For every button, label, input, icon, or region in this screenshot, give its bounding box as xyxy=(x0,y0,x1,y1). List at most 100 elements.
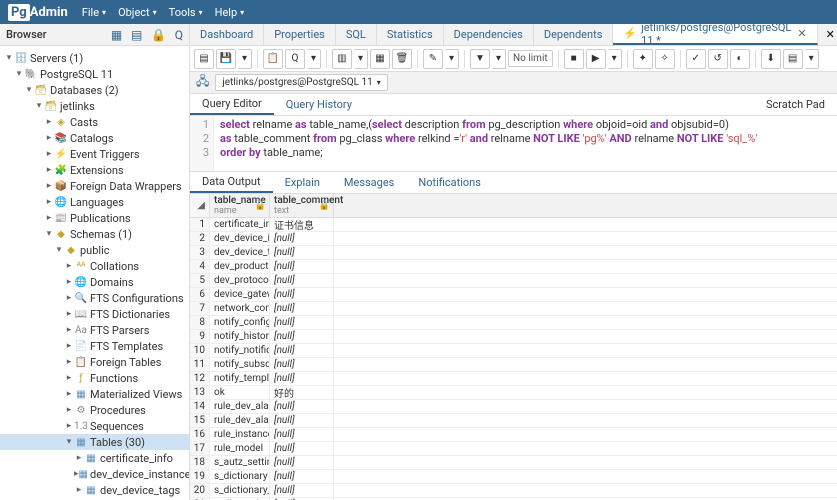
clear-button[interactable]: ▦ xyxy=(370,49,390,69)
tree-node[interactable]: ▸📖FTS Dictionaries xyxy=(0,306,189,322)
lock-icon[interactable]: 🔒 xyxy=(151,28,166,42)
table-row[interactable]: 6device_gateway[null] xyxy=(190,288,837,302)
table-row[interactable]: 15rule_dev_alarm_...[null] xyxy=(190,414,837,428)
sql-code[interactable]: select relname as table_name,(select des… xyxy=(214,116,837,171)
tree-node[interactable]: ▾🗄Servers (1) xyxy=(0,50,189,66)
macro-dropdown[interactable]: ▾ xyxy=(805,49,819,69)
find-dropdown[interactable]: ▾ xyxy=(307,49,321,69)
table-row[interactable]: 18s_autz_setting_i...[null] xyxy=(190,456,837,470)
open-file-button[interactable]: ▤ xyxy=(194,49,214,69)
tree-node[interactable]: ▸ᴬᴬCollations xyxy=(0,258,189,274)
save-dropdown[interactable]: ▾ xyxy=(238,49,252,69)
tree-node[interactable]: ▸📋Foreign Tables xyxy=(0,354,189,370)
table-row[interactable]: 9notify_history[null] xyxy=(190,330,837,344)
rollback-button[interactable]: ↺ xyxy=(708,49,728,69)
tree-node[interactable]: ▾◆public xyxy=(0,242,189,258)
connection-selector[interactable]: jetlinks/postgres@PostgreSQL 11 ▾ xyxy=(215,74,387,91)
table-row[interactable]: 3dev_device_tags[null] xyxy=(190,246,837,260)
edit-dropdown[interactable]: ▾ xyxy=(445,49,459,69)
object-tree[interactable]: ▾🗄Servers (1)▾🐘PostgreSQL 11▾🗃Databases … xyxy=(0,46,189,500)
output-tab-notifications[interactable]: Notifications xyxy=(406,172,493,193)
tree-node[interactable]: ▸ƒFunctions xyxy=(0,370,189,386)
output-tab-data-output[interactable]: Data Output xyxy=(190,172,273,193)
table-row[interactable]: 17rule_model[null] xyxy=(190,442,837,456)
tab-dependencies[interactable]: Dependencies xyxy=(444,24,534,45)
autocommit-button[interactable]: ◐ xyxy=(730,49,750,69)
tab-statistics[interactable]: Statistics xyxy=(377,24,444,45)
table-row[interactable]: 13ok好的 xyxy=(190,386,837,400)
sql-editor[interactable]: 123 select relname as table_name,(select… xyxy=(190,116,837,172)
table-row[interactable]: 14rule_dev_alarm[null] xyxy=(190,400,837,414)
execute-button[interactable]: ▶ xyxy=(586,49,606,69)
history-button[interactable]: ▥ xyxy=(332,49,352,69)
limit-select[interactable]: No limit xyxy=(508,50,553,67)
save-button[interactable]: 💾 xyxy=(216,49,236,69)
tree-node[interactable]: ▸📦Foreign Data Wrappers xyxy=(0,178,189,194)
grid-icon[interactable]: ▦ xyxy=(111,28,122,42)
table-row[interactable]: 5dev_protocol[null] xyxy=(190,274,837,288)
close-icon[interactable]: ✕ xyxy=(797,27,806,40)
table-row[interactable]: 2dev_device_inst...[null] xyxy=(190,232,837,246)
tree-node[interactable]: ▾🗃jetlinks xyxy=(0,98,189,114)
tree-node[interactable]: ▸🌐Languages xyxy=(0,194,189,210)
table-row[interactable]: 8notify_config[null] xyxy=(190,316,837,330)
tree-node[interactable]: ▸◈Casts xyxy=(0,114,189,130)
menu-help[interactable]: Help ▾ xyxy=(215,6,245,19)
output-tab-messages[interactable]: Messages xyxy=(332,172,406,193)
tree-node[interactable]: ▾🐘PostgreSQL 11 xyxy=(0,66,189,82)
tree-node[interactable]: ▸▦dev_device_instance xyxy=(0,466,189,482)
history-dropdown[interactable]: ▾ xyxy=(354,49,368,69)
menu-tools[interactable]: Tools ▾ xyxy=(169,6,203,19)
tab-query-tool[interactable]: ⚡jetlinks/postgres@PostgreSQL 11 * ✕ xyxy=(613,24,817,45)
delete-button[interactable]: 🗑 xyxy=(392,49,412,69)
tree-node[interactable]: ▸⚡Event Triggers xyxy=(0,146,189,162)
table-row[interactable]: 20s_dictionary_item[null] xyxy=(190,484,837,498)
row-header-corner[interactable]: ◢ xyxy=(190,194,210,217)
column-header[interactable]: table_comment text 🔒 xyxy=(270,194,334,217)
filter-button[interactable]: ▼ xyxy=(470,49,490,69)
tree-node[interactable]: ▸🧩Extensions xyxy=(0,162,189,178)
tree-node[interactable]: ▸🌐Domains xyxy=(0,274,189,290)
tree-node[interactable]: ▸AaFTS Parsers xyxy=(0,322,189,338)
sql-icon[interactable]: ▤ xyxy=(131,28,142,42)
tab-dashboard[interactable]: Dashboard xyxy=(190,24,264,45)
tab-sql[interactable]: SQL xyxy=(336,24,377,45)
scratch-pad-tab[interactable]: Scratch Pad xyxy=(754,94,837,115)
find-button[interactable]: Q xyxy=(285,49,305,69)
explain-button[interactable]: ✦ xyxy=(633,49,653,69)
execute-dropdown[interactable]: ▾ xyxy=(608,49,622,69)
menu-file[interactable]: File ▾ xyxy=(82,6,106,19)
column-header[interactable]: table_name name 🔒 xyxy=(210,194,270,217)
table-row[interactable]: 19s_dictionary[null] xyxy=(190,470,837,484)
table-row[interactable]: 4dev_product[null] xyxy=(190,260,837,274)
data-output-grid[interactable]: ◢ table_name name 🔒 table_comment text 🔒… xyxy=(190,194,837,500)
download-button[interactable]: ⬇ xyxy=(761,49,781,69)
table-row[interactable]: 11notify_subscribe...[null] xyxy=(190,358,837,372)
editor-tab-query-editor[interactable]: Query Editor xyxy=(190,94,274,115)
table-row[interactable]: 12notify_template[null] xyxy=(190,372,837,386)
tree-node[interactable]: ▸📰Publications xyxy=(0,210,189,226)
tree-node[interactable]: ▸▦Materialized Views xyxy=(0,386,189,402)
tree-node[interactable]: ▸📚Catalogs xyxy=(0,130,189,146)
table-row[interactable]: 7network_config[null] xyxy=(190,302,837,316)
copy-button[interactable]: 📋 xyxy=(263,49,283,69)
menu-object[interactable]: Object ▾ xyxy=(118,6,157,19)
tree-node[interactable]: ▸📄FTS Templates xyxy=(0,338,189,354)
search-icon[interactable]: Q xyxy=(175,28,183,42)
tab-properties[interactable]: Properties xyxy=(264,24,336,45)
table-row[interactable]: 16rule_instance[null] xyxy=(190,428,837,442)
editor-tab-query-history[interactable]: Query History xyxy=(274,94,364,115)
panel-close-icon[interactable]: ✕ xyxy=(818,24,837,45)
connection-icon[interactable]: 🖧 xyxy=(196,72,209,93)
output-tab-explain[interactable]: Explain xyxy=(273,172,332,193)
filter-dropdown[interactable]: ▾ xyxy=(492,49,506,69)
tree-node[interactable]: ▸▦certificate_info xyxy=(0,450,189,466)
tree-node[interactable]: ▸🔍FTS Configurations xyxy=(0,290,189,306)
tab-dependents[interactable]: Dependents xyxy=(534,24,614,45)
tree-node[interactable]: ▸⚙Procedures xyxy=(0,402,189,418)
table-row[interactable]: 1certificate_info证书信息 xyxy=(190,218,837,232)
tree-node[interactable]: ▸▦dev_device_tags xyxy=(0,482,189,498)
macro-button[interactable]: ▤ xyxy=(783,49,803,69)
table-row[interactable]: 10notify_notificati...[null] xyxy=(190,344,837,358)
tree-node[interactable]: ▾🗃Databases (2) xyxy=(0,82,189,98)
